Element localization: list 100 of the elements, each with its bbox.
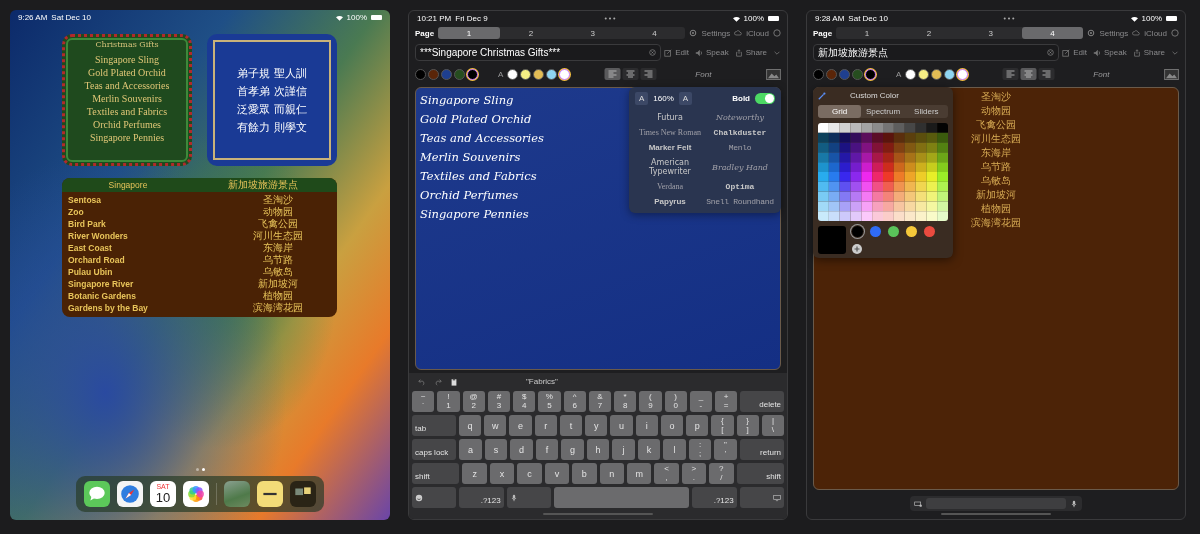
font-option[interactable]: Menlo (728, 143, 752, 152)
align-icon[interactable] (1002, 68, 1020, 80)
font-option[interactable]: Times New Roman (639, 128, 701, 137)
key[interactable]: | \ (761, 415, 785, 436)
key[interactable]: i (635, 415, 658, 436)
photo-placeholder[interactable] (224, 481, 250, 507)
preset-color-swatch[interactable] (852, 226, 863, 237)
undo-icon[interactable] (418, 377, 426, 386)
toolbar-action[interactable]: Edit (675, 48, 689, 57)
key[interactable]: r (534, 415, 557, 436)
key[interactable]: f (535, 439, 559, 460)
toolbar-action[interactable]: Speak (705, 48, 729, 57)
microphone-icon[interactable] (1070, 499, 1078, 508)
background-color-swatch[interactable] (454, 68, 465, 80)
key[interactable]: m (626, 463, 652, 484)
font-option[interactable]: Papyrus (654, 197, 686, 206)
preset-color-swatch[interactable] (870, 226, 881, 237)
key[interactable]: ( 9 (639, 391, 662, 412)
key[interactable]: @ 2 (462, 391, 485, 412)
text-color-swatch[interactable] (507, 68, 519, 80)
key[interactable]: q (458, 415, 482, 436)
key[interactable]: > . (681, 463, 707, 484)
page-tab[interactable]: 2 (897, 27, 960, 39)
key[interactable]: n (599, 463, 624, 484)
toolbar-action[interactable]: Share (1143, 48, 1165, 57)
increase-size-button[interactable]: A (678, 92, 693, 105)
preset-color-swatch[interactable] (924, 226, 935, 237)
background-color-swatch[interactable] (839, 68, 850, 80)
key[interactable]: shift (412, 463, 460, 484)
cloud-icon[interactable] (1132, 29, 1141, 37)
compass-icon[interactable] (117, 481, 143, 507)
key[interactable]: .?123 (692, 487, 737, 508)
color-mode-tab[interactable]: Spectrum (861, 105, 905, 118)
align-icon[interactable] (1038, 68, 1056, 80)
key[interactable]: ~ ` (412, 391, 435, 412)
toolbar-action[interactable]: Edit (1073, 48, 1087, 57)
key[interactable]: _ - (689, 391, 712, 412)
font-button[interactable]: Font (695, 69, 712, 79)
key[interactable]: w (484, 415, 507, 436)
key[interactable]: y (585, 415, 608, 436)
align-icon[interactable] (1020, 68, 1038, 80)
key[interactable]: o (660, 415, 684, 436)
key[interactable]: p (686, 415, 709, 436)
background-color-swatch[interactable] (852, 68, 863, 80)
align-icon[interactable] (622, 68, 640, 80)
page-tab[interactable]: 2 (499, 27, 562, 39)
keyboard-icon[interactable] (914, 499, 922, 508)
key[interactable]: ) 0 (664, 391, 687, 412)
font-option[interactable]: Marker Felt (648, 143, 692, 152)
circle-icon[interactable] (1171, 29, 1179, 37)
speaker-icon[interactable] (694, 48, 703, 57)
page-dot[interactable] (195, 468, 199, 471)
icloud-link[interactable]: iCloud (1144, 28, 1167, 38)
key[interactable]: h (586, 439, 610, 460)
page-tab[interactable]: 1 (438, 27, 500, 39)
font-option[interactable]: Futura (657, 113, 683, 122)
text-color-swatch[interactable] (931, 68, 943, 80)
key[interactable]: l (663, 439, 686, 460)
key[interactable]: d (510, 439, 533, 460)
key[interactable]: & 7 (588, 391, 611, 412)
add-color-icon[interactable] (852, 243, 862, 254)
page-tab[interactable]: 1 (836, 27, 898, 39)
background-color-swatch[interactable] (441, 68, 452, 80)
image-icon[interactable] (766, 68, 781, 80)
decrease-size-button[interactable]: A (635, 92, 649, 105)
key[interactable]: u (610, 415, 633, 436)
circle-icon[interactable] (773, 29, 781, 37)
speaker-icon[interactable] (1092, 48, 1101, 57)
font-option[interactable]: Noteworthy (715, 113, 765, 122)
note-icon[interactable] (257, 481, 283, 507)
title-field[interactable]: ***Singapore Christmas Gifts*** (415, 44, 662, 61)
clear-icon[interactable] (1047, 49, 1055, 56)
page-tab[interactable]: 3 (561, 27, 624, 39)
background-color-swatch[interactable] (826, 68, 837, 80)
verse-widget[interactable]: 弟子規 聖人訓 首孝弟 次謹信 泛愛眾 而親仁 有餘力 則學文 (207, 34, 337, 166)
background-color-swatch[interactable] (467, 68, 478, 80)
hide-keyboard-key[interactable] (739, 487, 785, 508)
key[interactable]: t (559, 415, 583, 436)
key[interactable]: ? / (709, 463, 734, 484)
font-option[interactable]: Bradley Hand (712, 162, 768, 172)
color-mode-tab[interactable]: Grid (818, 105, 862, 118)
key[interactable]: } ] (736, 415, 759, 436)
background-color-swatch[interactable] (428, 68, 439, 80)
key[interactable]: delete (740, 391, 785, 412)
key[interactable]: v (544, 463, 570, 484)
title-field[interactable]: 新加坡旅游景点 (813, 44, 1060, 61)
share-icon[interactable] (734, 48, 743, 57)
settings-link[interactable]: Settings (701, 28, 731, 38)
settings-icon[interactable] (1087, 29, 1096, 37)
font-option[interactable]: American Typewriter (635, 158, 705, 176)
preset-color-swatch[interactable] (906, 226, 917, 237)
key[interactable]: tab (412, 415, 456, 436)
text-color-swatch[interactable] (520, 68, 532, 80)
key[interactable]: b (572, 463, 597, 484)
text-color-swatch[interactable] (533, 68, 545, 80)
settings-link[interactable]: Settings (1099, 28, 1129, 38)
page-tab[interactable]: 4 (623, 27, 686, 39)
text-color-swatch[interactable] (905, 68, 917, 80)
key[interactable]: a (459, 439, 482, 460)
font-button[interactable]: Font (1093, 69, 1110, 79)
